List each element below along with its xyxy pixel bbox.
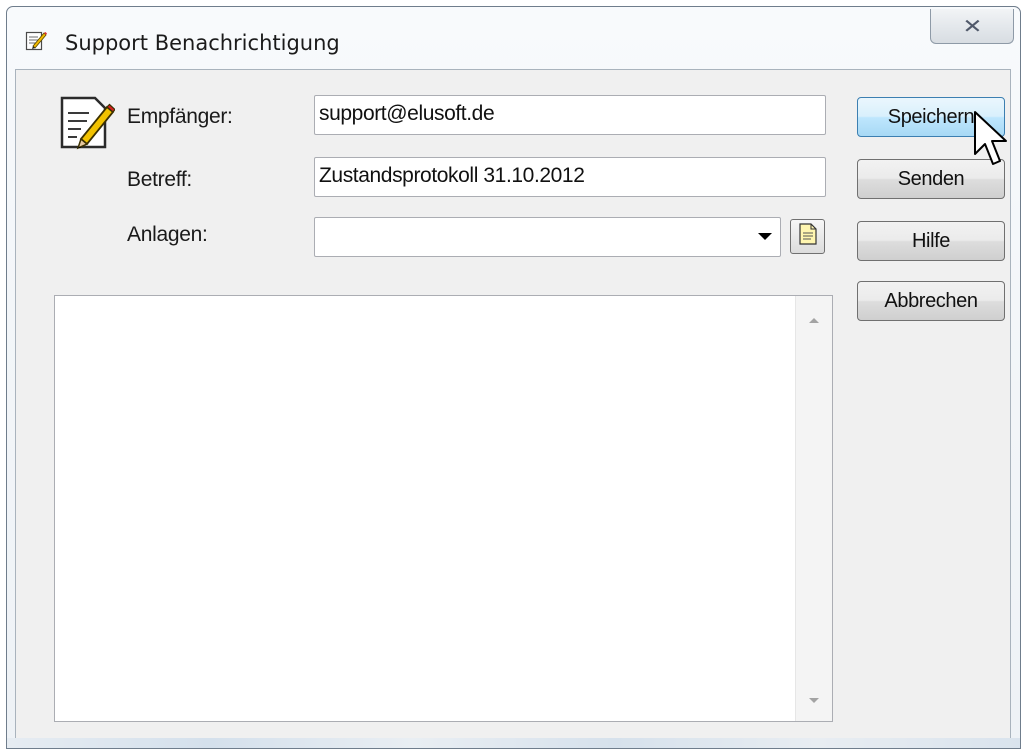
dialog-client-area: Empfänger: support@elusoft.de Betreff: Z… xyxy=(15,69,1011,739)
message-body-textarea[interactable] xyxy=(54,295,833,722)
add-attachment-button[interactable] xyxy=(790,219,825,254)
cancel-button[interactable]: Abbrechen xyxy=(857,281,1005,321)
subject-field[interactable]: Zustandsprotokoll 31.10.2012 xyxy=(314,157,826,197)
support-notification-dialog: Support Benachrichtigung ✕ Empfänger: su… xyxy=(6,6,1021,749)
save-button[interactable]: Speichern xyxy=(857,97,1005,137)
scroll-up-icon[interactable] xyxy=(809,318,819,323)
dropdown-arrow-icon[interactable] xyxy=(758,233,772,240)
notepad-pencil-icon xyxy=(59,95,116,157)
attachments-dropdown[interactable] xyxy=(314,217,781,257)
subject-label: Betreff: xyxy=(127,168,192,191)
close-icon: ✕ xyxy=(961,14,983,38)
help-button[interactable]: Hilfe xyxy=(857,221,1005,261)
window-title: Support Benachrichtigung xyxy=(65,31,340,55)
recipient-label: Empfänger: xyxy=(127,105,233,128)
attachments-label: Anlagen: xyxy=(127,223,208,246)
recipient-field[interactable]: support@elusoft.de xyxy=(314,95,826,135)
vertical-scrollbar[interactable] xyxy=(795,296,832,721)
notepad-pencil-icon xyxy=(25,29,47,51)
send-button[interactable]: Senden xyxy=(857,159,1005,199)
document-icon xyxy=(798,223,817,250)
scroll-down-icon[interactable] xyxy=(809,698,819,703)
close-button[interactable]: ✕ xyxy=(930,9,1014,44)
title-bar[interactable]: Support Benachrichtigung ✕ xyxy=(7,7,1020,69)
